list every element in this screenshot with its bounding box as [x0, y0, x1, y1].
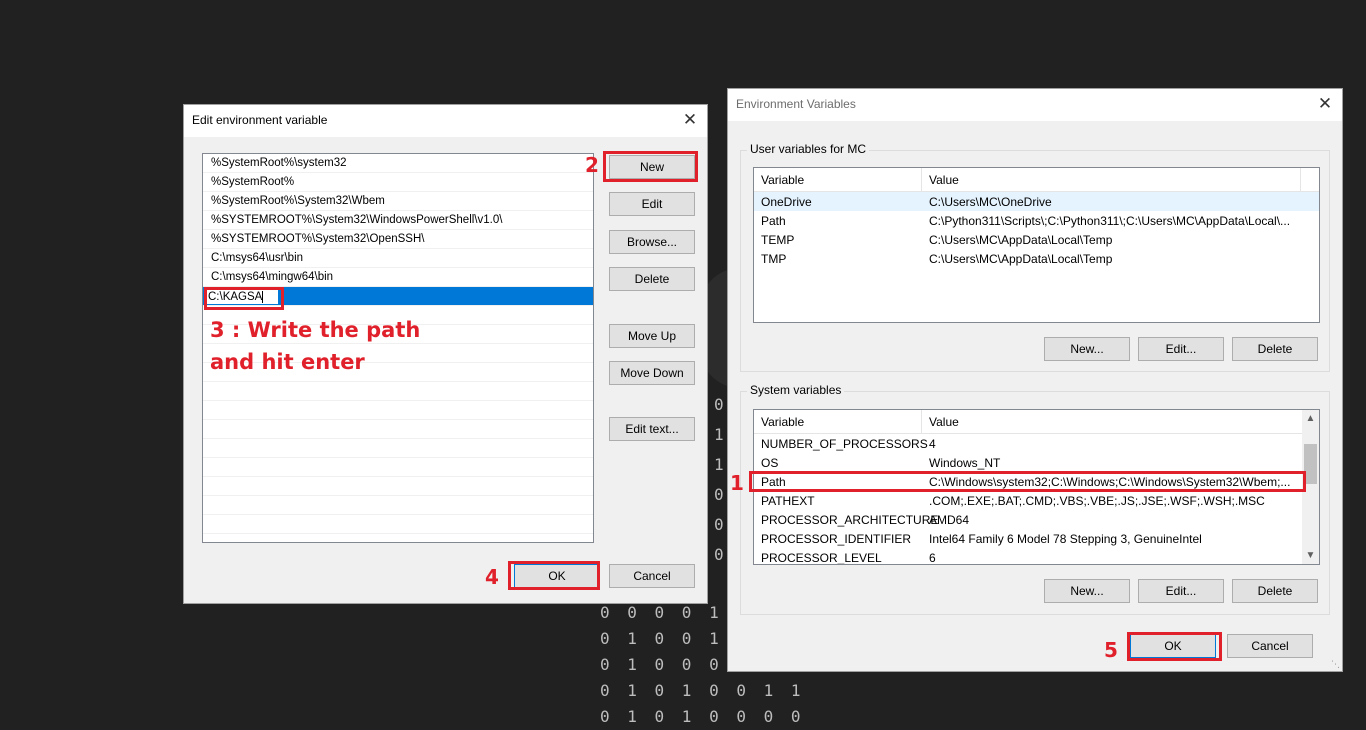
system-new-button[interactable]: New... — [1044, 579, 1130, 603]
list-item[interactable]: %SystemRoot% — [203, 173, 593, 192]
table-header: Variable Value — [754, 410, 1319, 434]
column-divider — [1300, 168, 1301, 192]
environment-variables-dialog: Environment Variables ✕ User variables f… — [727, 88, 1343, 672]
step-3-label: 3 : Write the path — [210, 318, 421, 342]
table-row[interactable]: NUMBER_OF_PROCESSORS 4 — [754, 434, 1319, 453]
variable-name: OneDrive — [761, 195, 812, 209]
list-item-empty — [203, 401, 593, 420]
move-down-button[interactable]: Move Down — [609, 361, 695, 385]
highlight-path-row — [749, 471, 1306, 492]
table-row[interactable]: OS Windows_NT — [754, 453, 1319, 472]
highlight-new-button — [603, 151, 698, 182]
edit-button[interactable]: Edit — [609, 192, 695, 216]
dialog-title: Environment Variables — [736, 97, 856, 111]
list-item-empty — [203, 515, 593, 534]
column-header-value[interactable]: Value — [929, 173, 959, 187]
list-item-empty — [203, 458, 593, 477]
variable-name: NUMBER_OF_PROCESSORS — [761, 437, 928, 451]
variable-value: Windows_NT — [929, 456, 1001, 470]
variable-value: Intel64 Family 6 Model 78 Stepping 3, Ge… — [929, 532, 1202, 546]
table-row[interactable]: TMP C:\Users\MC\AppData\Local\Temp — [754, 249, 1319, 268]
system-variables-group: System variables Variable Value NUMBER_O… — [740, 383, 1330, 615]
binary-row: 0 1 0 1 0 0 0 0 — [600, 707, 805, 726]
group-label: System variables — [747, 383, 845, 397]
list-item-empty — [203, 382, 593, 401]
table-row[interactable]: PROCESSOR_IDENTIFIER Intel64 Family 6 Mo… — [754, 529, 1319, 548]
variable-value: AMD64 — [929, 513, 970, 527]
variable-name: TMP — [761, 252, 787, 266]
column-divider — [921, 410, 922, 434]
table-row[interactable]: PATHEXT .COM;.EXE;.BAT;.CMD;.VBS;.VBE;.J… — [754, 491, 1319, 510]
variable-name: PROCESSOR_IDENTIFIER — [761, 532, 912, 546]
path-entries-list[interactable]: %SystemRoot%\system32 %SystemRoot% %Syst… — [202, 153, 594, 543]
table-row[interactable]: Path C:\Python311\Scripts\;C:\Python311\… — [754, 211, 1319, 230]
user-delete-button[interactable]: Delete — [1232, 337, 1318, 361]
list-item[interactable]: %SYSTEMROOT%\System32\WindowsPowerShell\… — [203, 211, 593, 230]
binary-row: 0 1 0 1 0 0 1 1 — [600, 681, 805, 700]
group-label: User variables for MC — [747, 142, 870, 156]
list-item[interactable]: C:\msys64\mingw64\bin — [203, 268, 593, 287]
list-item[interactable]: %SystemRoot%\system32 — [203, 154, 593, 173]
step-4-label: 4 — [485, 565, 499, 589]
table-row[interactable]: OneDrive C:\Users\MC\OneDrive — [754, 192, 1319, 211]
variable-value: .COM;.EXE;.BAT;.CMD;.VBS;.VBE;.JS;.JSE;.… — [929, 494, 1265, 508]
column-divider — [921, 168, 922, 192]
table-row[interactable]: TEMP C:\Users\MC\AppData\Local\Temp — [754, 230, 1319, 249]
move-up-button[interactable]: Move Up — [609, 324, 695, 348]
column-header-value[interactable]: Value — [929, 415, 959, 429]
cancel-button[interactable]: Cancel — [1227, 634, 1313, 658]
column-header-variable[interactable]: Variable — [761, 415, 804, 429]
variable-name: PATHEXT — [761, 494, 815, 508]
highlight-ok-button — [508, 561, 600, 590]
step-1-label: 1 — [730, 471, 744, 495]
edit-text-button[interactable]: Edit text... — [609, 417, 695, 441]
variable-name: OS — [761, 456, 779, 470]
step-5-label: 5 — [1104, 638, 1118, 662]
step-3-label-line2: and hit enter — [210, 350, 365, 374]
system-delete-button[interactable]: Delete — [1232, 579, 1318, 603]
user-new-button[interactable]: New... — [1044, 337, 1130, 361]
variable-name: PROCESSOR_ARCHITECTURE — [761, 513, 939, 527]
variable-value: C:\Python311\Scripts\;C:\Python311\;C:\U… — [929, 214, 1291, 228]
step-2-label: 2 — [585, 153, 599, 177]
column-header-variable[interactable]: Variable — [761, 173, 804, 187]
scroll-down-icon[interactable]: ▼ — [1302, 547, 1319, 564]
list-item-empty — [203, 496, 593, 515]
table-row[interactable]: PROCESSOR_LEVEL 6 — [754, 548, 1319, 565]
variable-value: C:\Users\MC\AppData\Local\Temp — [929, 252, 1113, 266]
scroll-up-icon[interactable]: ▲ — [1302, 410, 1319, 427]
list-item[interactable]: C:\msys64\usr\bin — [203, 249, 593, 268]
variable-value: 6 — [929, 551, 936, 565]
list-item[interactable]: %SYSTEMROOT%\System32\OpenSSH\ — [203, 230, 593, 249]
close-icon[interactable]: ✕ — [1314, 93, 1336, 115]
variable-value: C:\Users\MC\OneDrive — [929, 195, 1052, 209]
resize-grip-icon[interactable]: ⋱ — [1331, 659, 1340, 670]
list-item-empty — [203, 439, 593, 458]
highlight-env-ok-button — [1127, 632, 1222, 661]
list-item[interactable]: %SystemRoot%\System32\Wbem — [203, 192, 593, 211]
table-row[interactable]: PROCESSOR_ARCHITECTURE AMD64 — [754, 510, 1319, 529]
user-variables-table[interactable]: Variable Value OneDrive C:\Users\MC\OneD… — [753, 167, 1320, 323]
close-icon[interactable]: ✕ — [679, 109, 701, 131]
variable-value: 4 — [929, 437, 936, 451]
user-variables-group: User variables for MC Variable Value One… — [740, 142, 1330, 372]
list-item-empty — [203, 477, 593, 496]
user-edit-button[interactable]: Edit... — [1138, 337, 1224, 361]
delete-button[interactable]: Delete — [609, 267, 695, 291]
highlight-edit-entry — [204, 287, 284, 310]
table-header: Variable Value — [754, 168, 1319, 192]
title-bar: Environment Variables ✕ — [728, 89, 1342, 121]
variable-name: TEMP — [761, 233, 795, 247]
browse-button[interactable]: Browse... — [609, 230, 695, 254]
cancel-button[interactable]: Cancel — [609, 564, 695, 588]
dialog-title: Edit environment variable — [192, 113, 328, 127]
variable-name: Path — [761, 214, 786, 228]
variable-value: C:\Users\MC\AppData\Local\Temp — [929, 233, 1113, 247]
title-bar: Edit environment variable ✕ — [184, 105, 707, 137]
variable-name: PROCESSOR_LEVEL — [761, 551, 882, 565]
list-item-empty — [203, 420, 593, 439]
system-edit-button[interactable]: Edit... — [1138, 579, 1224, 603]
